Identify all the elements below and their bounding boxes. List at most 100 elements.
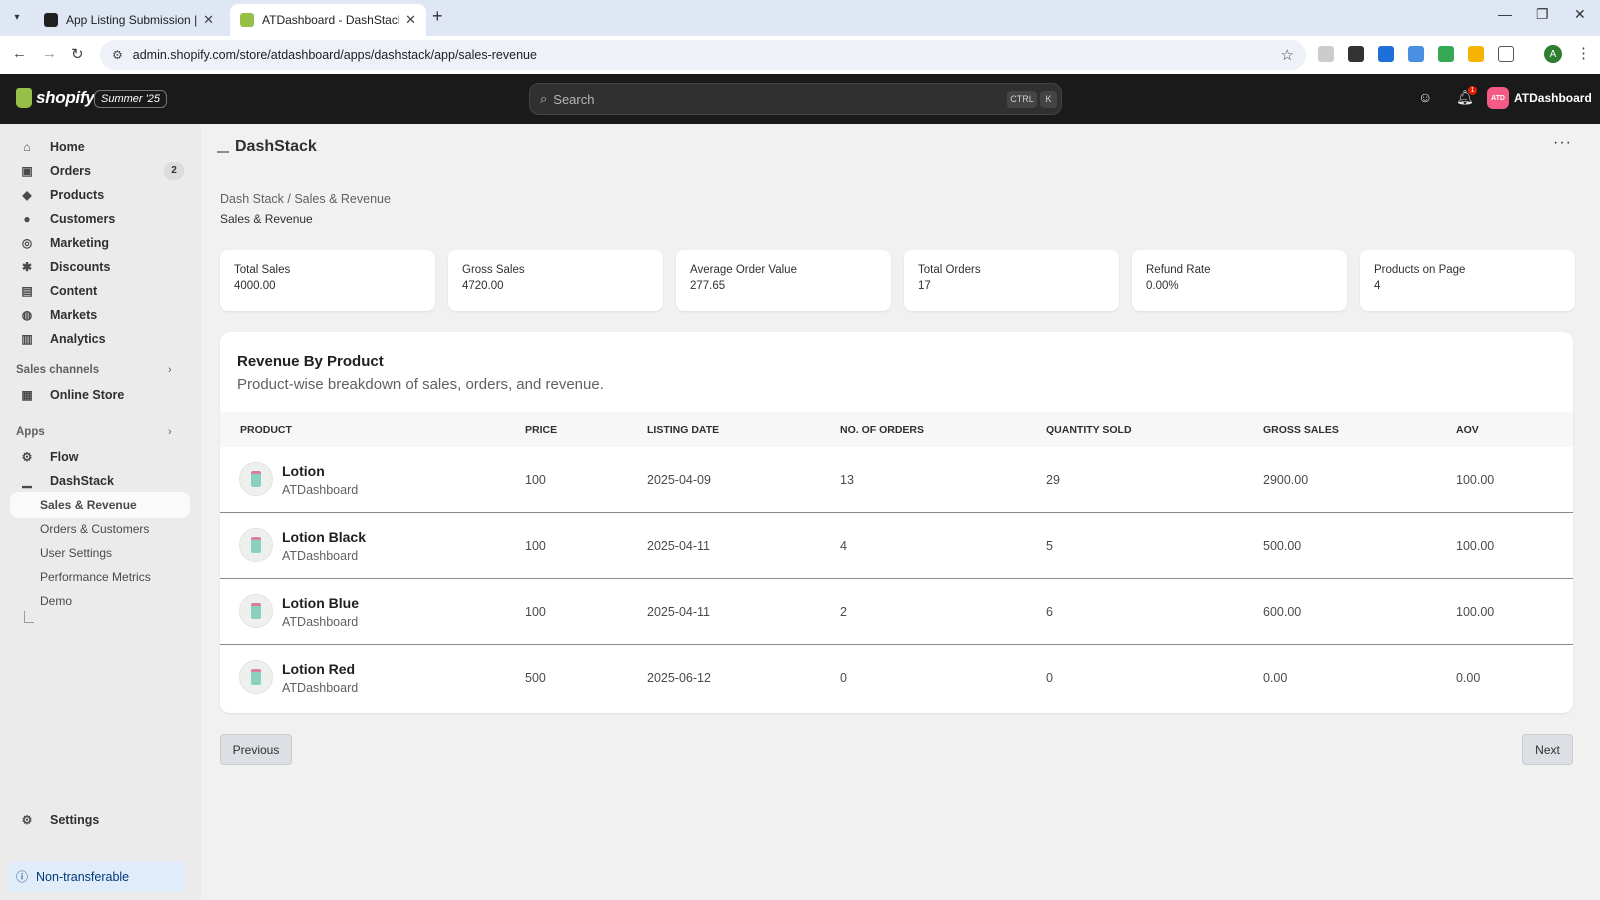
more-actions-icon[interactable]: ···: [1553, 134, 1572, 152]
sidebar-item-marketing[interactable]: ◎ Marketing: [10, 230, 190, 256]
column-header-gross-sales[interactable]: GROSS SALES: [1263, 424, 1339, 436]
back-icon[interactable]: ←: [12, 45, 27, 62]
apps-chevron-icon[interactable]: ›: [168, 426, 172, 438]
column-header-quantity-sold[interactable]: QUANTITY SOLD: [1046, 424, 1132, 436]
sidebar-item-markets[interactable]: ◍ Markets: [10, 302, 190, 328]
sidebar-item-demo[interactable]: Demo: [10, 588, 190, 614]
lotion-bottle-icon: [251, 537, 261, 553]
browser-tabbar: ▾ App Listing Submission | Shopify ✕ ATD…: [0, 0, 1600, 36]
store-name[interactable]: ATDashboard: [1514, 91, 1592, 105]
tab-close-icon[interactable]: ✕: [405, 12, 416, 28]
sidekick-icon[interactable]: ☺: [1418, 89, 1432, 105]
window-close-icon[interactable]: ✕: [1574, 6, 1586, 23]
product-vendor: ATDashboard: [282, 681, 359, 695]
sidebar-item-discounts[interactable]: ✱ Discounts: [10, 254, 190, 280]
cell-quantity: 29: [1046, 473, 1060, 487]
shopify-logo[interactable]: shopify: [16, 88, 95, 108]
minimize-icon[interactable]: —: [1498, 6, 1512, 22]
cell-gross-sales: 2900.00: [1263, 473, 1309, 487]
lotion-bottle-icon: [251, 471, 261, 487]
forward-icon[interactable]: →: [42, 45, 57, 62]
green-extension-icon[interactable]: [1438, 46, 1454, 62]
flow-icon: ⚙: [21, 450, 33, 464]
cell-aov: 100.00: [1456, 539, 1495, 553]
sidebar-item-home[interactable]: ⌂ Home: [10, 134, 190, 160]
product-name[interactable]: Lotion Blue: [282, 595, 359, 611]
docs-extension-icon[interactable]: [1408, 46, 1424, 62]
sidebar-item-orders-customers[interactable]: Orders & Customers: [10, 516, 190, 542]
edition-badge[interactable]: Summer '25: [94, 90, 167, 108]
extensions-puzzle-icon[interactable]: [1498, 46, 1514, 62]
sidebar-item-content[interactable]: ▤ Content: [10, 278, 190, 304]
stat-card-average-order-value: Average Order Value 277.65: [676, 250, 891, 311]
bar-chart-icon: ▥: [21, 332, 33, 346]
dashstack-app-icon: ▁: [22, 474, 32, 488]
reload-icon[interactable]: ↻: [71, 45, 84, 63]
cell-aov: 100.00: [1456, 605, 1495, 619]
stat-card-total-sales: Total Sales 4000.00: [220, 250, 435, 311]
sidebar-item-customers[interactable]: ● Customers: [10, 206, 190, 232]
tab-search-chevron-icon[interactable]: ▾: [6, 6, 28, 28]
non-transferable-banner[interactable]: ⓘ Non-transferable: [8, 861, 185, 892]
revenue-by-product-card: Revenue By Product Product-wise breakdow…: [220, 332, 1573, 713]
stat-card-gross-sales: Gross Sales 4720.00: [448, 250, 663, 311]
apps-heading[interactable]: Apps: [16, 426, 45, 438]
product-name[interactable]: Lotion Black: [282, 529, 366, 545]
column-header-orders[interactable]: NO. OF ORDERS: [840, 424, 924, 436]
table-row[interactable]: Lotion Black ATDashboard 100 2025-04-11 …: [220, 513, 1573, 579]
profile-avatar[interactable]: A: [1544, 45, 1562, 63]
yellow-extension-icon[interactable]: [1468, 46, 1484, 62]
discount-icon: ✱: [21, 260, 33, 274]
sidebar-item-flow[interactable]: ⚙ Flow: [10, 444, 190, 470]
browser-tab-app-listing[interactable]: App Listing Submission | Shopify ✕: [34, 4, 224, 36]
sidebar-item-orders[interactable]: ▣ Orders 2: [10, 158, 190, 184]
new-tab-icon[interactable]: +: [432, 6, 443, 27]
sales-channels-chevron-icon[interactable]: ›: [168, 364, 172, 376]
shortcut-key-k: K: [1040, 91, 1057, 108]
tab-close-icon[interactable]: ✕: [203, 12, 214, 28]
product-vendor: ATDashboard: [282, 615, 359, 629]
table-row[interactable]: Lotion Blue ATDashboard 100 2025-04-11 2…: [220, 579, 1573, 645]
breadcrumb: Dash Stack / Sales & Revenue: [220, 192, 391, 206]
product-name[interactable]: Lotion: [282, 463, 325, 479]
column-header-listing-date[interactable]: LISTING DATE: [647, 424, 719, 436]
sales-channels-heading[interactable]: Sales channels: [16, 364, 99, 376]
eyedropper-extension-icon[interactable]: [1348, 46, 1364, 62]
inbox-icon: ▣: [21, 164, 33, 178]
sidebar-item-sales-revenue[interactable]: Sales & Revenue: [10, 492, 190, 518]
bookmark-star-icon[interactable]: ☆: [1281, 46, 1294, 64]
address-bar[interactable]: ⚙ admin.shopify.com/store/atdashboard/ap…: [100, 40, 1306, 70]
sidebar-item-user-settings[interactable]: User Settings: [10, 540, 190, 566]
page-title: DashStack: [217, 138, 317, 156]
notification-count-badge: 1: [1468, 86, 1477, 95]
lotion-bottle-icon: [251, 669, 261, 685]
table-row[interactable]: Lotion ATDashboard 100 2025-04-09 13 29 …: [220, 447, 1573, 513]
sidebar-item-settings[interactable]: ⚙ Settings: [10, 807, 190, 833]
column-header-aov[interactable]: AOV: [1456, 424, 1479, 436]
sidebar-item-dashstack[interactable]: ▁ DashStack: [10, 468, 190, 494]
sidebar-item-online-store[interactable]: ▦ Online Store: [10, 382, 190, 408]
search-input[interactable]: ⌕ Search CTRL K: [529, 83, 1062, 115]
scrollbar[interactable]: [1592, 124, 1600, 900]
sidebar-item-products[interactable]: ◆ Products: [10, 182, 190, 208]
column-header-product[interactable]: PRODUCT: [240, 424, 292, 436]
previous-button[interactable]: Previous: [220, 734, 292, 765]
store-avatar[interactable]: ATD: [1487, 87, 1509, 109]
cell-quantity: 5: [1046, 539, 1053, 553]
camera-extension-icon[interactable]: [1318, 46, 1334, 62]
cell-aov: 0.00: [1456, 671, 1481, 685]
sidebar-item-performance-metrics[interactable]: Performance Metrics: [10, 564, 190, 590]
next-button[interactable]: Next: [1522, 734, 1573, 765]
browser-menu-icon[interactable]: ⋮: [1576, 44, 1591, 62]
browser-tab-atdashboard[interactable]: ATDashboard - DashStack - Shopify ✕: [230, 4, 426, 36]
sidebar-item-analytics[interactable]: ▥ Analytics: [10, 326, 190, 352]
product-name[interactable]: Lotion Red: [282, 661, 355, 677]
stat-card-products-on-page: Products on Page 4: [1360, 250, 1575, 311]
restore-icon[interactable]: ❐: [1536, 6, 1549, 23]
person-icon: ●: [23, 212, 31, 226]
column-header-price[interactable]: PRICE: [525, 424, 557, 436]
blue-extension-icon[interactable]: [1378, 46, 1394, 62]
site-info-icon[interactable]: ⚙: [112, 48, 123, 62]
search-icon: ⌕: [540, 91, 548, 106]
table-row[interactable]: Lotion Red ATDashboard 500 2025-06-12 0 …: [220, 645, 1573, 711]
